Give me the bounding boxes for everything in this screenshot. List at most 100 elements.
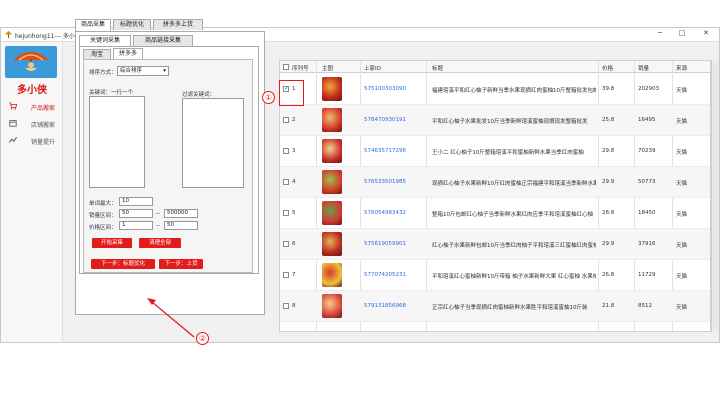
product-sales: 202903	[638, 86, 659, 92]
sidebar: 多小侠 产品搬家 店铺搬家 销量提升	[1, 42, 63, 342]
product-price: 25.8	[602, 117, 615, 123]
keywords-textarea[interactable]	[89, 96, 145, 188]
row-serial: 4	[292, 179, 296, 185]
table-header: 序列号 主图 上家ID 标题 价格 销量 来源	[280, 61, 710, 73]
product-title: 福建琯溪平和红心柚子新鲜当季水果现摘红肉蜜柚10斤整箱批发包邮	[432, 88, 596, 94]
source-id-link[interactable]: 579131856968	[364, 303, 406, 309]
sidebar-item-product-move[interactable]: 产品搬家	[5, 99, 61, 113]
table-row[interactable]: 3 574635717296 王小二 红心柚子10斤整箱琯溪平和蜜柚新鲜水果当季红肉…	[280, 136, 710, 167]
source-id-link[interactable]: 576054983432	[364, 210, 406, 216]
collect-panel: 关键词采集 商品链接采集 淘宝 拼多多 排序方式： 综合排序 ▾ 关键词：一行一…	[75, 31, 265, 315]
product-sales: 18450	[638, 210, 656, 216]
clear-all-button[interactable]: 清理全部	[139, 238, 181, 248]
tab-product-collect[interactable]: 商品采集	[75, 19, 111, 31]
row-checkbox[interactable]	[283, 241, 289, 247]
results-table: 序列号 主图 上家ID 标题 价格 销量 来源 ✓ 1 575100303090 福建…	[279, 60, 711, 332]
keywords-label: 关键词：一行一个	[89, 90, 134, 96]
product-source: 天猫	[676, 305, 688, 311]
table-row[interactable]: 7 577074205231 平和琯溪红心蜜柚新鲜10斤带箱 柚子水果新鲜大果 红心…	[280, 260, 710, 291]
product-title: 平和红心柚子水果批发10斤当季新鲜琯溪蜜柚现摘现发整箱批发	[432, 119, 588, 125]
tab-pdd-upload[interactable]: 拼多多上货	[153, 19, 203, 30]
sales-min-input[interactable]: 50	[119, 209, 153, 218]
minimize-button[interactable]: ─	[651, 29, 669, 40]
maximize-button[interactable]: □	[673, 29, 691, 40]
row-checkbox[interactable]	[283, 117, 289, 123]
trend-icon	[9, 136, 17, 143]
row-checkbox[interactable]	[283, 210, 289, 216]
product-source: 天猫	[676, 150, 688, 156]
next-upload-button[interactable]: 下一步：上货	[159, 259, 203, 269]
source-id-link[interactable]: 575100303090	[364, 86, 406, 92]
sidebar-item-label: 销量提升	[31, 139, 56, 146]
table-row[interactable]: 8 579131856968 正宗红心柚子当季现摘红肉蜜柚新鲜水果胜平和琯溪蜜柚10…	[280, 291, 710, 322]
tab-title-optimize[interactable]: 标题优化	[113, 19, 151, 30]
product-price: 29.8	[602, 148, 615, 154]
product-price: 29.9	[602, 241, 615, 247]
product-sales: 8512	[638, 303, 652, 309]
row-checkbox[interactable]	[283, 148, 289, 154]
product-thumbnail	[322, 263, 342, 287]
row-serial: 3	[292, 148, 296, 154]
row-serial: 6	[292, 241, 296, 247]
product-thumbnail	[322, 108, 342, 132]
source-id-link[interactable]: 575619059901	[364, 241, 406, 247]
product-source: 天猫	[676, 88, 688, 94]
price-min-input[interactable]: 1	[119, 221, 153, 230]
range-separator: --	[156, 211, 160, 217]
product-price: 28.8	[602, 210, 615, 216]
row-checkbox[interactable]	[283, 179, 289, 185]
header-main-image: 主图	[322, 66, 334, 72]
row-checkbox[interactable]	[283, 272, 289, 278]
filter-keywords-label: 过滤关键词：	[182, 92, 216, 98]
table-row[interactable]: ✓ 1 575100303090 福建琯溪平和红心柚子新鲜当季水果现摘红肉蜜柚10斤整…	[280, 74, 710, 105]
row-checkbox[interactable]	[283, 303, 289, 309]
row-serial: 8	[292, 303, 296, 309]
sidebar-item-store-move[interactable]: 店铺搬家	[5, 116, 61, 130]
source-id-link[interactable]: 577074205231	[364, 272, 406, 278]
close-button[interactable]: ✕	[697, 29, 715, 40]
sidebar-item-label: 店铺搬家	[31, 122, 56, 129]
product-thumbnail	[322, 232, 342, 256]
keyword-collect-group: 淘宝 拼多多 排序方式： 综合排序 ▾ 关键词：一行一个 过滤关键词： 单词最大…	[79, 46, 259, 274]
table-scrollbar[interactable]	[711, 60, 719, 332]
sort-select-value: 综合排序	[120, 68, 143, 74]
select-all-checkbox[interactable]	[283, 64, 289, 70]
row-serial: 5	[292, 210, 296, 216]
row-serial: 2	[292, 117, 296, 123]
product-title: 现摘红心柚子水果新鲜10斤红肉蜜柚正宗福建平和琯溪当季新鲜水果	[432, 181, 596, 187]
header-title: 标题	[432, 66, 444, 72]
collect-form: 排序方式： 综合排序 ▾ 关键词：一行一个 过滤关键词： 单词最大： 10 销量…	[83, 59, 253, 273]
annotation-highlight-checkbox	[279, 80, 304, 106]
tab-link-collect[interactable]: 商品链接采集	[133, 35, 193, 46]
brand-name: 多小侠	[17, 85, 47, 96]
next-title-optimize-button[interactable]: 下一步：标题优化	[91, 259, 155, 269]
app-logo-icon	[4, 30, 13, 39]
source-id-link[interactable]: 578470930191	[364, 117, 406, 123]
product-thumbnail	[322, 170, 342, 194]
table-row[interactable]: 2 578470930191 平和红心柚子水果批发10斤当季新鲜琯溪蜜柚现摘现发整箱…	[280, 105, 710, 136]
sort-select[interactable]: 综合排序 ▾	[117, 66, 169, 76]
source-id-link[interactable]: 576533501985	[364, 179, 406, 185]
product-price: 39.8	[602, 86, 615, 92]
range-separator: --	[156, 223, 160, 229]
product-title: 红心柚子水果新鲜包邮10斤当季红肉柚子平和琯溪三红蜜柚红肉蜜柚	[432, 243, 596, 249]
header-price: 价格	[602, 66, 614, 72]
filter-keywords-textarea[interactable]	[182, 98, 244, 188]
table-row[interactable]: 5 576054983432 整箱10斤包邮红心柚子当季新鲜水果红肉应季平和琯溪蜜柚…	[280, 198, 710, 229]
sort-label: 排序方式：	[89, 70, 117, 76]
product-source: 天猫	[676, 181, 688, 187]
sales-range-label: 销量区间：	[89, 213, 117, 219]
header-serial: 序列号	[292, 66, 309, 72]
product-source: 天猫	[676, 243, 688, 249]
table-row[interactable]: 6 575619059901 红心柚子水果新鲜包邮10斤当季红肉柚子平和琯溪三红蜜柚…	[280, 229, 710, 260]
sales-max-input[interactable]: 500000	[164, 209, 198, 218]
table-row[interactable]: 4 576533501985 现摘红心柚子水果新鲜10斤红肉蜜柚正宗福建平和琯溪当季…	[280, 167, 710, 198]
sidebar-item-sales-boost[interactable]: 销量提升	[5, 133, 61, 147]
product-sales: 70239	[638, 148, 656, 154]
source-id-link[interactable]: 574635717296	[364, 148, 406, 154]
start-collect-button[interactable]: 开始采集	[92, 238, 132, 248]
annotation-step-2: ②	[196, 332, 209, 345]
max-per-page-input[interactable]: 10	[119, 197, 153, 206]
product-price: 21.8	[602, 303, 615, 309]
price-max-input[interactable]: 50	[164, 221, 198, 230]
